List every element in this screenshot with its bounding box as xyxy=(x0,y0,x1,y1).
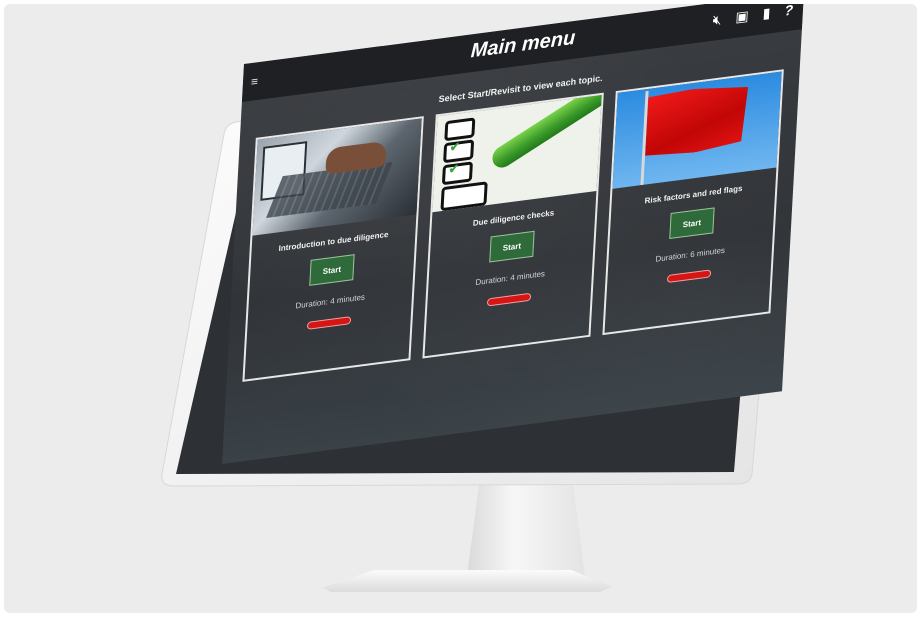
start-button[interactable]: Start xyxy=(669,207,715,240)
red-flag-image xyxy=(612,71,782,189)
checklist-pen-image: ✔ ✔ xyxy=(432,94,602,213)
duration-text: Duration: 6 minutes xyxy=(655,245,726,264)
laptop-typing-image xyxy=(252,118,422,236)
app-screen: ≡ Main menu 🔇︎ ▣ ▮ ? Select Start/Revisi… xyxy=(222,4,804,464)
progress-indicator xyxy=(306,316,352,330)
mute-speaker-icon[interactable]: 🔇︎ xyxy=(712,11,722,29)
duration-text: Duration: 4 minutes xyxy=(295,292,366,311)
book-icon[interactable]: ▮ xyxy=(762,4,771,22)
background-panel: ≡ Main menu 🔇︎ ▣ ▮ ? Select Start/Revisi… xyxy=(4,4,917,613)
start-button[interactable]: Start xyxy=(489,230,535,263)
topic-card-risk: Risk factors and red flags Start Duratio… xyxy=(602,69,784,336)
help-icon[interactable]: ? xyxy=(784,4,793,20)
start-button[interactable]: Start xyxy=(309,254,355,286)
progress-indicator xyxy=(666,269,712,284)
topic-card-checks: ✔ ✔ Due diligence checks Start Duration:… xyxy=(422,92,604,359)
briefcase-icon[interactable]: ▣ xyxy=(735,7,749,26)
duration-text: Duration: 4 minutes xyxy=(475,269,546,288)
topic-card-intro: Introduction to due diligence Start Dura… xyxy=(242,116,424,382)
progress-indicator xyxy=(486,292,532,307)
